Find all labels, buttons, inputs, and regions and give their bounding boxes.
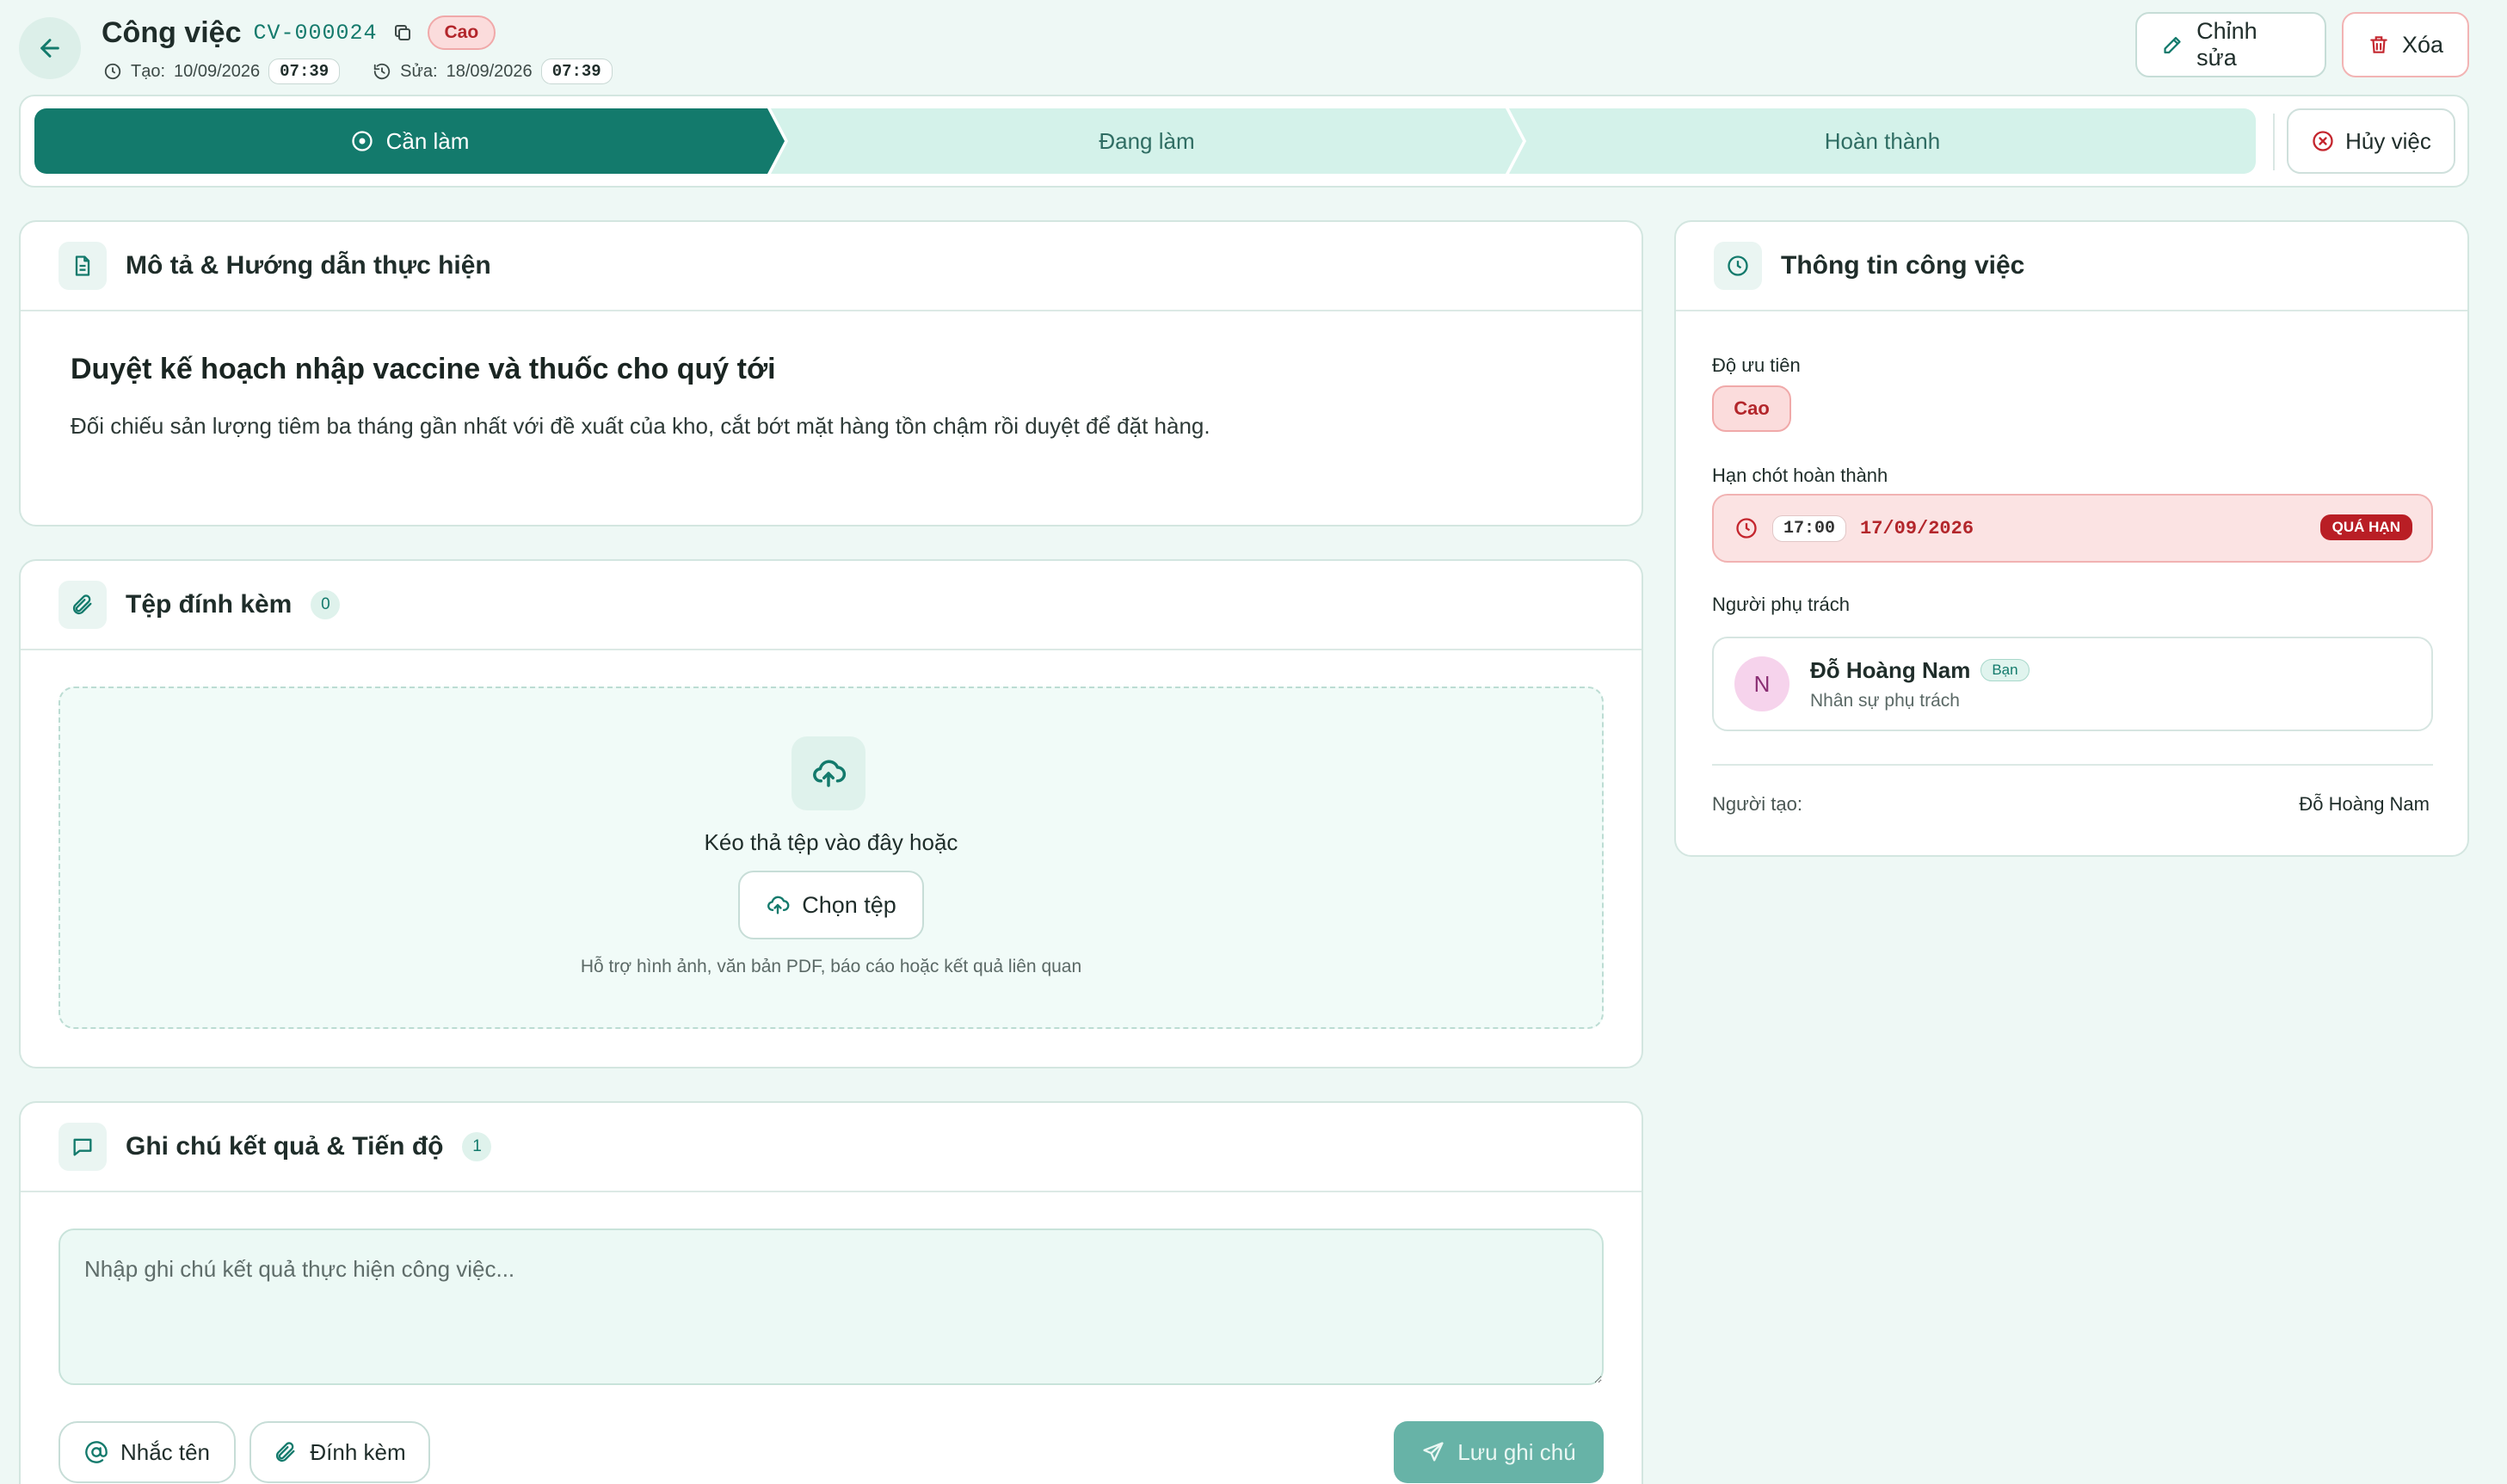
priority-label: Độ ưu tiên — [1712, 354, 1801, 376]
trash-icon — [2370, 36, 2387, 53]
created-label: Tạo: — [131, 61, 166, 81]
card-title: Ghi chú kết quả & Tiến độ — [126, 1132, 444, 1161]
clock-icon — [1736, 518, 1757, 539]
document-icon — [59, 242, 107, 290]
avatar: N — [1734, 656, 1789, 711]
arrow-left-icon — [40, 39, 59, 58]
task-info-card: Thông tin công việc Độ ưu tiên Cao Hạn c… — [1674, 220, 2469, 857]
assignee-card[interactable]: N Đỗ Hoàng Nam Bạn Nhân sự phụ trách — [1712, 637, 2433, 731]
stepper-divider — [2273, 114, 2275, 170]
deadline-label: Hạn chót hoàn thành — [1712, 465, 1888, 486]
divider — [1712, 764, 2433, 766]
attachments-count: 0 — [311, 590, 341, 619]
choose-file-button[interactable]: Chọn tệp — [738, 871, 924, 939]
assignee-label: Người phụ trách — [1712, 594, 1851, 615]
assignee-name: Đỗ Hoàng Nam — [1810, 656, 1971, 683]
paperclip-icon — [276, 1442, 295, 1462]
created-time: 07:39 — [268, 58, 341, 84]
copy-code-button[interactable] — [390, 20, 416, 46]
stepper-steps: Cần làm Đang làm Hoàn thành — [34, 108, 2256, 174]
attach-label: Đính kèm — [310, 1438, 406, 1465]
x-circle-icon — [2313, 131, 2333, 151]
card-header: Tệp đính kèm 0 — [21, 561, 1642, 650]
title-row: Công việc CV-000024 Cao — [102, 12, 496, 53]
delete-button[interactable]: Xóa — [2342, 12, 2469, 77]
attachments-card: Tệp đính kèm 0 Kéo thả tệp vào đây hoặc … — [19, 559, 1643, 1068]
edit-button[interactable]: Chỉnh sửa — [2135, 12, 2326, 77]
edit-label: Chỉnh sửa — [2196, 18, 2258, 71]
choose-file-label: Chọn tệp — [802, 891, 896, 918]
notes-card: Ghi chú kết quả & Tiến độ 1 Nhắc tên Đín… — [19, 1101, 1643, 1484]
page-title: Công việc — [102, 15, 242, 49]
copy-icon — [394, 25, 410, 40]
at-sign-icon — [85, 1441, 108, 1463]
step-done[interactable]: Hoàn thành — [1509, 108, 2256, 174]
description-card: Mô tả & Hướng dẫn thực hiện Duyệt kế hoạ… — [19, 220, 1643, 526]
history-icon — [373, 63, 391, 80]
creator-label: Người tạo: — [1712, 793, 1802, 815]
mention-label: Nhắc tên — [120, 1438, 211, 1465]
priority-badge: Cao — [427, 15, 496, 50]
note-textarea[interactable] — [59, 1228, 1604, 1385]
save-note-button[interactable]: Lưu ghi chú — [1394, 1421, 1604, 1483]
deadline-box: 17:00 17/09/2026 QUÁ HẠN — [1712, 494, 2433, 563]
updated-label: Sửa: — [400, 61, 438, 81]
meta-row: Tạo: 10/09/2026 07:39 Sửa: 18/09/2026 07… — [103, 58, 613, 84]
attach-button[interactable]: Đính kèm — [249, 1421, 430, 1483]
cancel-task-button[interactable]: Hủy việc — [2287, 108, 2455, 174]
task-description: Đối chiếu sản lượng tiêm ba tháng gần nh… — [71, 413, 1210, 439]
deadline-date: 17/09/2026 — [1860, 517, 1974, 539]
cloud-upload-icon — [767, 896, 790, 914]
creator-name: Đỗ Hoàng Nam — [2299, 793, 2430, 815]
task-code: CV-000024 — [253, 20, 378, 46]
step-in-progress[interactable]: Đang làm — [771, 108, 1523, 174]
task-heading: Duyệt kế hoạch nhập vaccine và thuốc cho… — [71, 353, 776, 385]
clock-icon — [104, 63, 121, 80]
file-dropzone[interactable]: Kéo thả tệp vào đây hoặc Chọn tệp Hỗ trợ… — [59, 687, 1604, 1029]
step-todo[interactable]: Cần làm — [34, 108, 785, 174]
message-square-icon — [59, 1123, 107, 1171]
assignee-details: Đỗ Hoàng Nam Bạn Nhân sự phụ trách — [1810, 657, 2030, 711]
circle-dot-icon — [351, 131, 373, 151]
assignee-name-row: Đỗ Hoàng Nam Bạn — [1810, 657, 2030, 684]
step-label: Hoàn thành — [1824, 127, 1941, 154]
card-header: Mô tả & Hướng dẫn thực hiện — [21, 222, 1642, 311]
card-title: Tệp đính kèm — [126, 590, 293, 619]
back-button[interactable] — [19, 17, 81, 79]
updated-date: 18/09/2026 — [446, 61, 533, 81]
card-title: Mô tả & Hướng dẫn thực hiện — [126, 251, 491, 280]
status-stepper: Cần làm Đang làm Hoàn thành Hủy việc — [19, 95, 2469, 188]
dropzone-hint: Hỗ trợ hình ảnh, văn bản PDF, báo cáo ho… — [580, 957, 1082, 976]
overdue-badge: QUÁ HẠN — [2319, 514, 2412, 540]
card-header: Thông tin công việc — [1676, 222, 2467, 311]
step-label: Đang làm — [1099, 127, 1195, 154]
step-label: Cần làm — [385, 127, 470, 154]
deadline-time: 17:00 — [1772, 514, 1847, 542]
pencil-icon — [2164, 36, 2181, 54]
paperclip-icon — [59, 581, 107, 629]
cloud-upload-icon — [792, 736, 865, 810]
priority-value-badge: Cao — [1712, 385, 1791, 432]
task-detail-page: Công việc CV-000024 Cao Tạo: 10/09/2026 … — [0, 0, 2507, 1484]
assignee-role: Nhân sự phụ trách — [1810, 690, 1960, 711]
delete-label: Xóa — [2401, 31, 2443, 58]
mention-button[interactable]: Nhắc tên — [59, 1421, 236, 1483]
cancel-label: Hủy việc — [2345, 127, 2431, 154]
send-icon — [1423, 1442, 1444, 1462]
card-header: Ghi chú kết quả & Tiến độ 1 — [21, 1103, 1642, 1192]
save-note-label: Lưu ghi chú — [1457, 1438, 1576, 1465]
created-date: 10/09/2026 — [174, 61, 261, 81]
notes-count: 1 — [462, 1132, 492, 1161]
clock-icon — [1714, 242, 1762, 290]
drop-text: Kéo thả tệp vào đây hoặc — [704, 829, 958, 855]
updated-time: 07:39 — [540, 58, 613, 84]
card-title: Thông tin công việc — [1781, 251, 2025, 280]
you-badge: Bạn — [1980, 659, 2030, 681]
